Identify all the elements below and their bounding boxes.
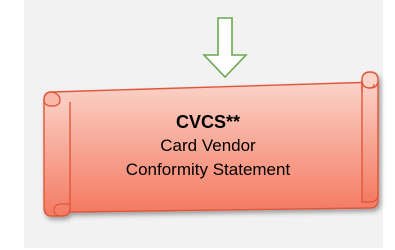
scroll-line-2: Conformity Statement	[125, 160, 291, 179]
scroll-text: CVCS** Card Vendor Conformity Statement	[88, 110, 328, 182]
diagram-canvas: CVCS** Card Vendor Conformity Statement	[0, 0, 395, 250]
scroll-title: CVCS**	[175, 112, 241, 132]
down-arrow-icon	[202, 17, 248, 79]
scroll-line-1: Card Vendor	[160, 136, 256, 155]
